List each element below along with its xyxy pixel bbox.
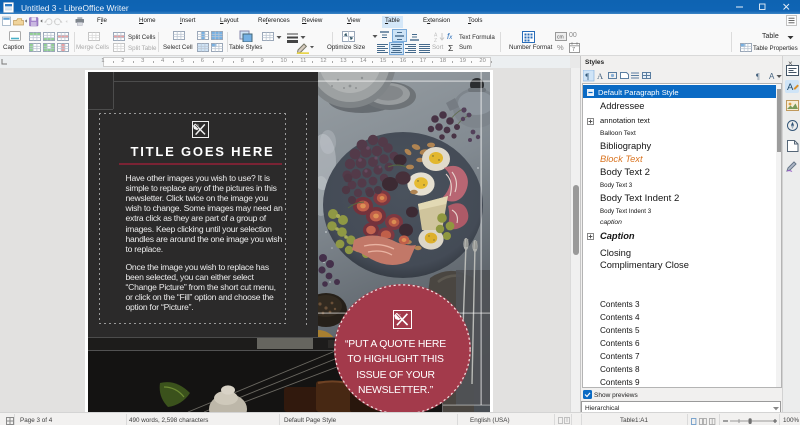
svg-text:A: A [769, 72, 775, 81]
svg-text:cm: cm [557, 34, 564, 40]
svg-text:A: A [597, 71, 604, 81]
svg-text:7: 7 [572, 47, 575, 53]
svg-text:¶: ¶ [756, 72, 760, 81]
svg-text:A: A [787, 82, 794, 93]
svg-text:¶: ¶ [585, 71, 589, 81]
svg-text:Z: Z [434, 38, 437, 42]
